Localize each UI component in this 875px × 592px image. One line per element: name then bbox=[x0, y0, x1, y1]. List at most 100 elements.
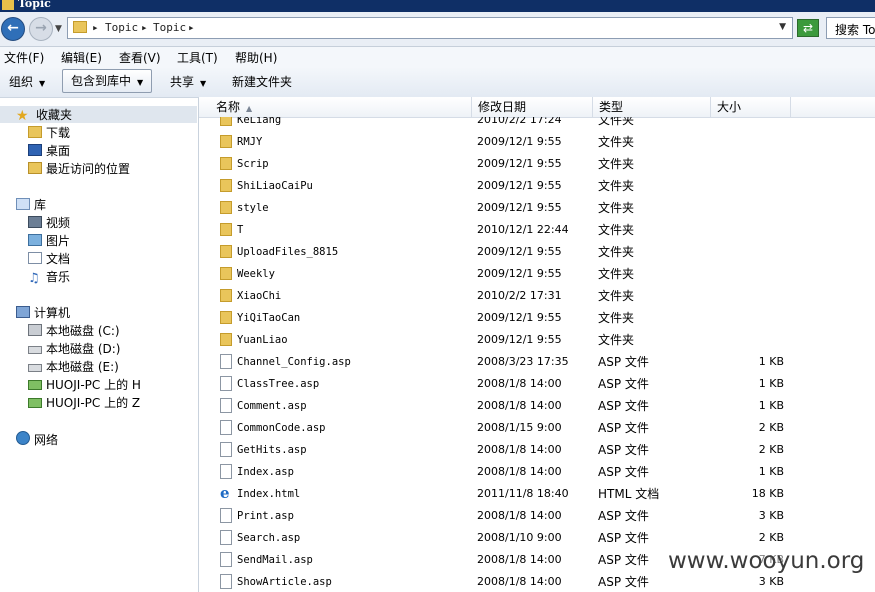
nav-item-documents[interactable]: 文档 bbox=[28, 251, 70, 267]
folder-icon bbox=[220, 267, 232, 280]
recent-pages-dropdown[interactable]: ▼ bbox=[55, 24, 62, 34]
nav-item-videos[interactable]: 视频 bbox=[28, 215, 70, 231]
file-row[interactable]: Print.asp 2008/1/8 14:00 ASP 文件 3 KB bbox=[199, 505, 875, 527]
command-bar: 组织 ▼ 包含到库中 ▼ 共享 ▼ 新建文件夹 bbox=[0, 67, 875, 98]
file-row[interactable]: e Index.html 2011/11/8 18:40 HTML 文档 18 KB bbox=[199, 483, 875, 505]
column-header-name[interactable]: 名称 ▲ bbox=[199, 97, 472, 117]
breadcrumb-separator-icon[interactable]: ▸ bbox=[92, 21, 99, 34]
nav-network[interactable]: 网络 bbox=[16, 431, 58, 447]
column-header-date[interactable]: 修改日期 bbox=[472, 97, 593, 117]
file-row[interactable]: Channel_Config.asp 2008/3/23 17:35 ASP 文件 1… bbox=[199, 351, 875, 373]
menu-help[interactable]: 帮助(H) bbox=[235, 49, 277, 66]
nav-libraries[interactable]: 库 bbox=[16, 197, 46, 213]
file-row[interactable]: ClassTree.asp 2008/1/8 14:00 ASP 文件 1 KB bbox=[199, 373, 875, 395]
file-date: 2011/11/8 18:40 bbox=[477, 487, 569, 500]
asp-file-icon bbox=[220, 420, 232, 435]
file-type: ASP 文件 bbox=[598, 377, 649, 391]
file-date: 2008/1/8 14:00 bbox=[477, 465, 562, 478]
share-button[interactable]: 共享 ▼ bbox=[170, 72, 206, 92]
breadcrumb-separator-icon[interactable]: ▸ bbox=[141, 21, 148, 34]
menu-file[interactable]: 文件(F) bbox=[4, 49, 44, 66]
file-type: 文件夹 bbox=[598, 157, 635, 171]
include-in-library-button[interactable]: 包含到库中 ▼ bbox=[62, 69, 153, 93]
file-date: 2009/12/1 9:55 bbox=[477, 245, 562, 258]
back-button[interactable]: ← bbox=[1, 17, 25, 41]
file-size: 2 KB bbox=[758, 531, 784, 544]
computer-icon bbox=[16, 306, 30, 318]
file-row[interactable]: ShiLiaoCaiPu 2009/12/1 9:55 文件夹 bbox=[199, 175, 875, 197]
nav-label: 桌面 bbox=[46, 144, 71, 158]
breadcrumb-separator-icon[interactable]: ▸ bbox=[188, 21, 195, 34]
search-input[interactable]: 搜索 To bbox=[826, 17, 875, 39]
file-list: KeLiang 2010/2/2 17:24 文件夹 RMJY 2009/12/1 9:… bbox=[199, 117, 875, 592]
nav-item-drive-d[interactable]: 本地磁盘 (D:) bbox=[28, 341, 120, 357]
file-row[interactable]: T 2010/12/1 22:44 文件夹 bbox=[199, 219, 875, 241]
folder-icon bbox=[220, 311, 232, 324]
nav-item-recent-places[interactable]: 最近访问的位置 bbox=[28, 161, 130, 177]
file-row[interactable]: Index.asp 2008/1/8 14:00 ASP 文件 1 KB bbox=[199, 461, 875, 483]
nav-item-network-drive-z[interactable]: HUOJI-PC 上的 Z bbox=[28, 395, 140, 411]
column-header-size[interactable]: 大小 bbox=[711, 97, 791, 117]
file-row[interactable]: CommonCode.asp 2008/1/15 9:00 ASP 文件 2 KB bbox=[199, 417, 875, 439]
recent-places-icon bbox=[28, 162, 42, 174]
file-date: 2010/12/1 22:44 bbox=[477, 223, 569, 236]
file-name: ClassTree.asp bbox=[237, 378, 320, 390]
file-type: ASP 文件 bbox=[598, 509, 649, 523]
file-row[interactable]: RMJY 2009/12/1 9:55 文件夹 bbox=[199, 131, 875, 153]
address-dropdown-icon[interactable]: ▼ bbox=[779, 22, 786, 32]
folder-icon bbox=[2, 0, 14, 10]
menu-view[interactable]: 查看(V) bbox=[119, 49, 161, 66]
column-header-type[interactable]: 类型 bbox=[593, 97, 711, 117]
star-icon: ★ bbox=[16, 108, 29, 124]
file-name: UploadFiles_8815 bbox=[237, 246, 339, 258]
file-name: style bbox=[237, 202, 269, 214]
nav-item-drive-e[interactable]: 本地磁盘 (E:) bbox=[28, 359, 119, 375]
nav-item-network-drive-h[interactable]: HUOJI-PC 上的 H bbox=[28, 377, 141, 393]
forward-button[interactable]: → bbox=[29, 17, 53, 41]
file-row[interactable]: Comment.asp 2008/1/8 14:00 ASP 文件 1 KB bbox=[199, 395, 875, 417]
file-row[interactable]: style 2009/12/1 9:55 文件夹 bbox=[199, 197, 875, 219]
nav-item-music[interactable]: ♫ 音乐 bbox=[28, 269, 70, 286]
file-date: 2010/2/2 17:31 bbox=[477, 289, 562, 302]
file-size: 1 KB bbox=[758, 377, 784, 390]
menu-tools[interactable]: 工具(T) bbox=[177, 49, 218, 66]
asp-file-icon bbox=[220, 464, 232, 479]
address-bar[interactable]: ▸ Topic ▸ Topic ▸ ▼ bbox=[67, 17, 793, 39]
nav-favorites[interactable]: ★ 收藏夹 bbox=[16, 107, 72, 124]
file-row[interactable]: Search.asp 2008/1/10 9:00 ASP 文件 2 KB bbox=[199, 527, 875, 549]
file-row[interactable]: YiQiTaoCan 2009/12/1 9:55 文件夹 bbox=[199, 307, 875, 329]
file-row[interactable]: UploadFiles_8815 2009/12/1 9:55 文件夹 bbox=[199, 241, 875, 263]
file-type: ASP 文件 bbox=[598, 553, 649, 567]
nav-item-desktop[interactable]: 桌面 bbox=[28, 143, 70, 159]
file-type: 文件夹 bbox=[598, 179, 635, 193]
nav-item-drive-c[interactable]: 本地磁盘 (C:) bbox=[28, 323, 120, 339]
breadcrumb-item[interactable]: Topic bbox=[105, 21, 138, 34]
drive-icon bbox=[28, 346, 42, 354]
file-row[interactable]: Scrip 2009/12/1 9:55 文件夹 bbox=[199, 153, 875, 175]
new-folder-button[interactable]: 新建文件夹 bbox=[232, 72, 292, 92]
nav-item-pictures[interactable]: 图片 bbox=[28, 233, 70, 249]
nav-label: 本地磁盘 (D:) bbox=[46, 342, 121, 356]
refresh-button[interactable]: ⇄ bbox=[797, 19, 819, 37]
file-row[interactable]: KeLiang 2010/2/2 17:24 文件夹 bbox=[199, 117, 875, 131]
asp-file-icon bbox=[220, 354, 232, 369]
file-row[interactable]: YuanLiao 2009/12/1 9:55 文件夹 bbox=[199, 329, 875, 351]
file-date: 2009/12/1 9:55 bbox=[477, 311, 562, 324]
file-type: 文件夹 bbox=[598, 135, 635, 149]
address-row: ← → ▼ ▸ Topic ▸ Topic ▸ ▼ ⇄ 搜索 To bbox=[0, 12, 875, 47]
file-row[interactable]: GetHits.asp 2008/1/8 14:00 ASP 文件 2 KB bbox=[199, 439, 875, 461]
nav-computer[interactable]: 计算机 bbox=[16, 305, 70, 321]
nav-item-downloads[interactable]: 下载 bbox=[28, 125, 70, 141]
folder-icon bbox=[220, 333, 232, 346]
breadcrumb-item[interactable]: Topic bbox=[153, 21, 186, 34]
file-row[interactable]: Weekly 2009/12/1 9:55 文件夹 bbox=[199, 263, 875, 285]
organize-button[interactable]: 组织 ▼ bbox=[9, 72, 45, 92]
file-row[interactable]: XiaoChi 2010/2/2 17:31 文件夹 bbox=[199, 285, 875, 307]
file-size: 1 KB bbox=[758, 355, 784, 368]
file-size bbox=[709, 244, 784, 260]
nav-label: 本地磁盘 (C:) bbox=[46, 324, 120, 338]
file-size bbox=[709, 156, 784, 172]
file-type: 文件夹 bbox=[598, 245, 635, 259]
file-row[interactable]: ShowArticle.asp 2008/1/8 14:00 ASP 文件 3 KB bbox=[199, 571, 875, 592]
menu-edit[interactable]: 编辑(E) bbox=[61, 49, 102, 66]
